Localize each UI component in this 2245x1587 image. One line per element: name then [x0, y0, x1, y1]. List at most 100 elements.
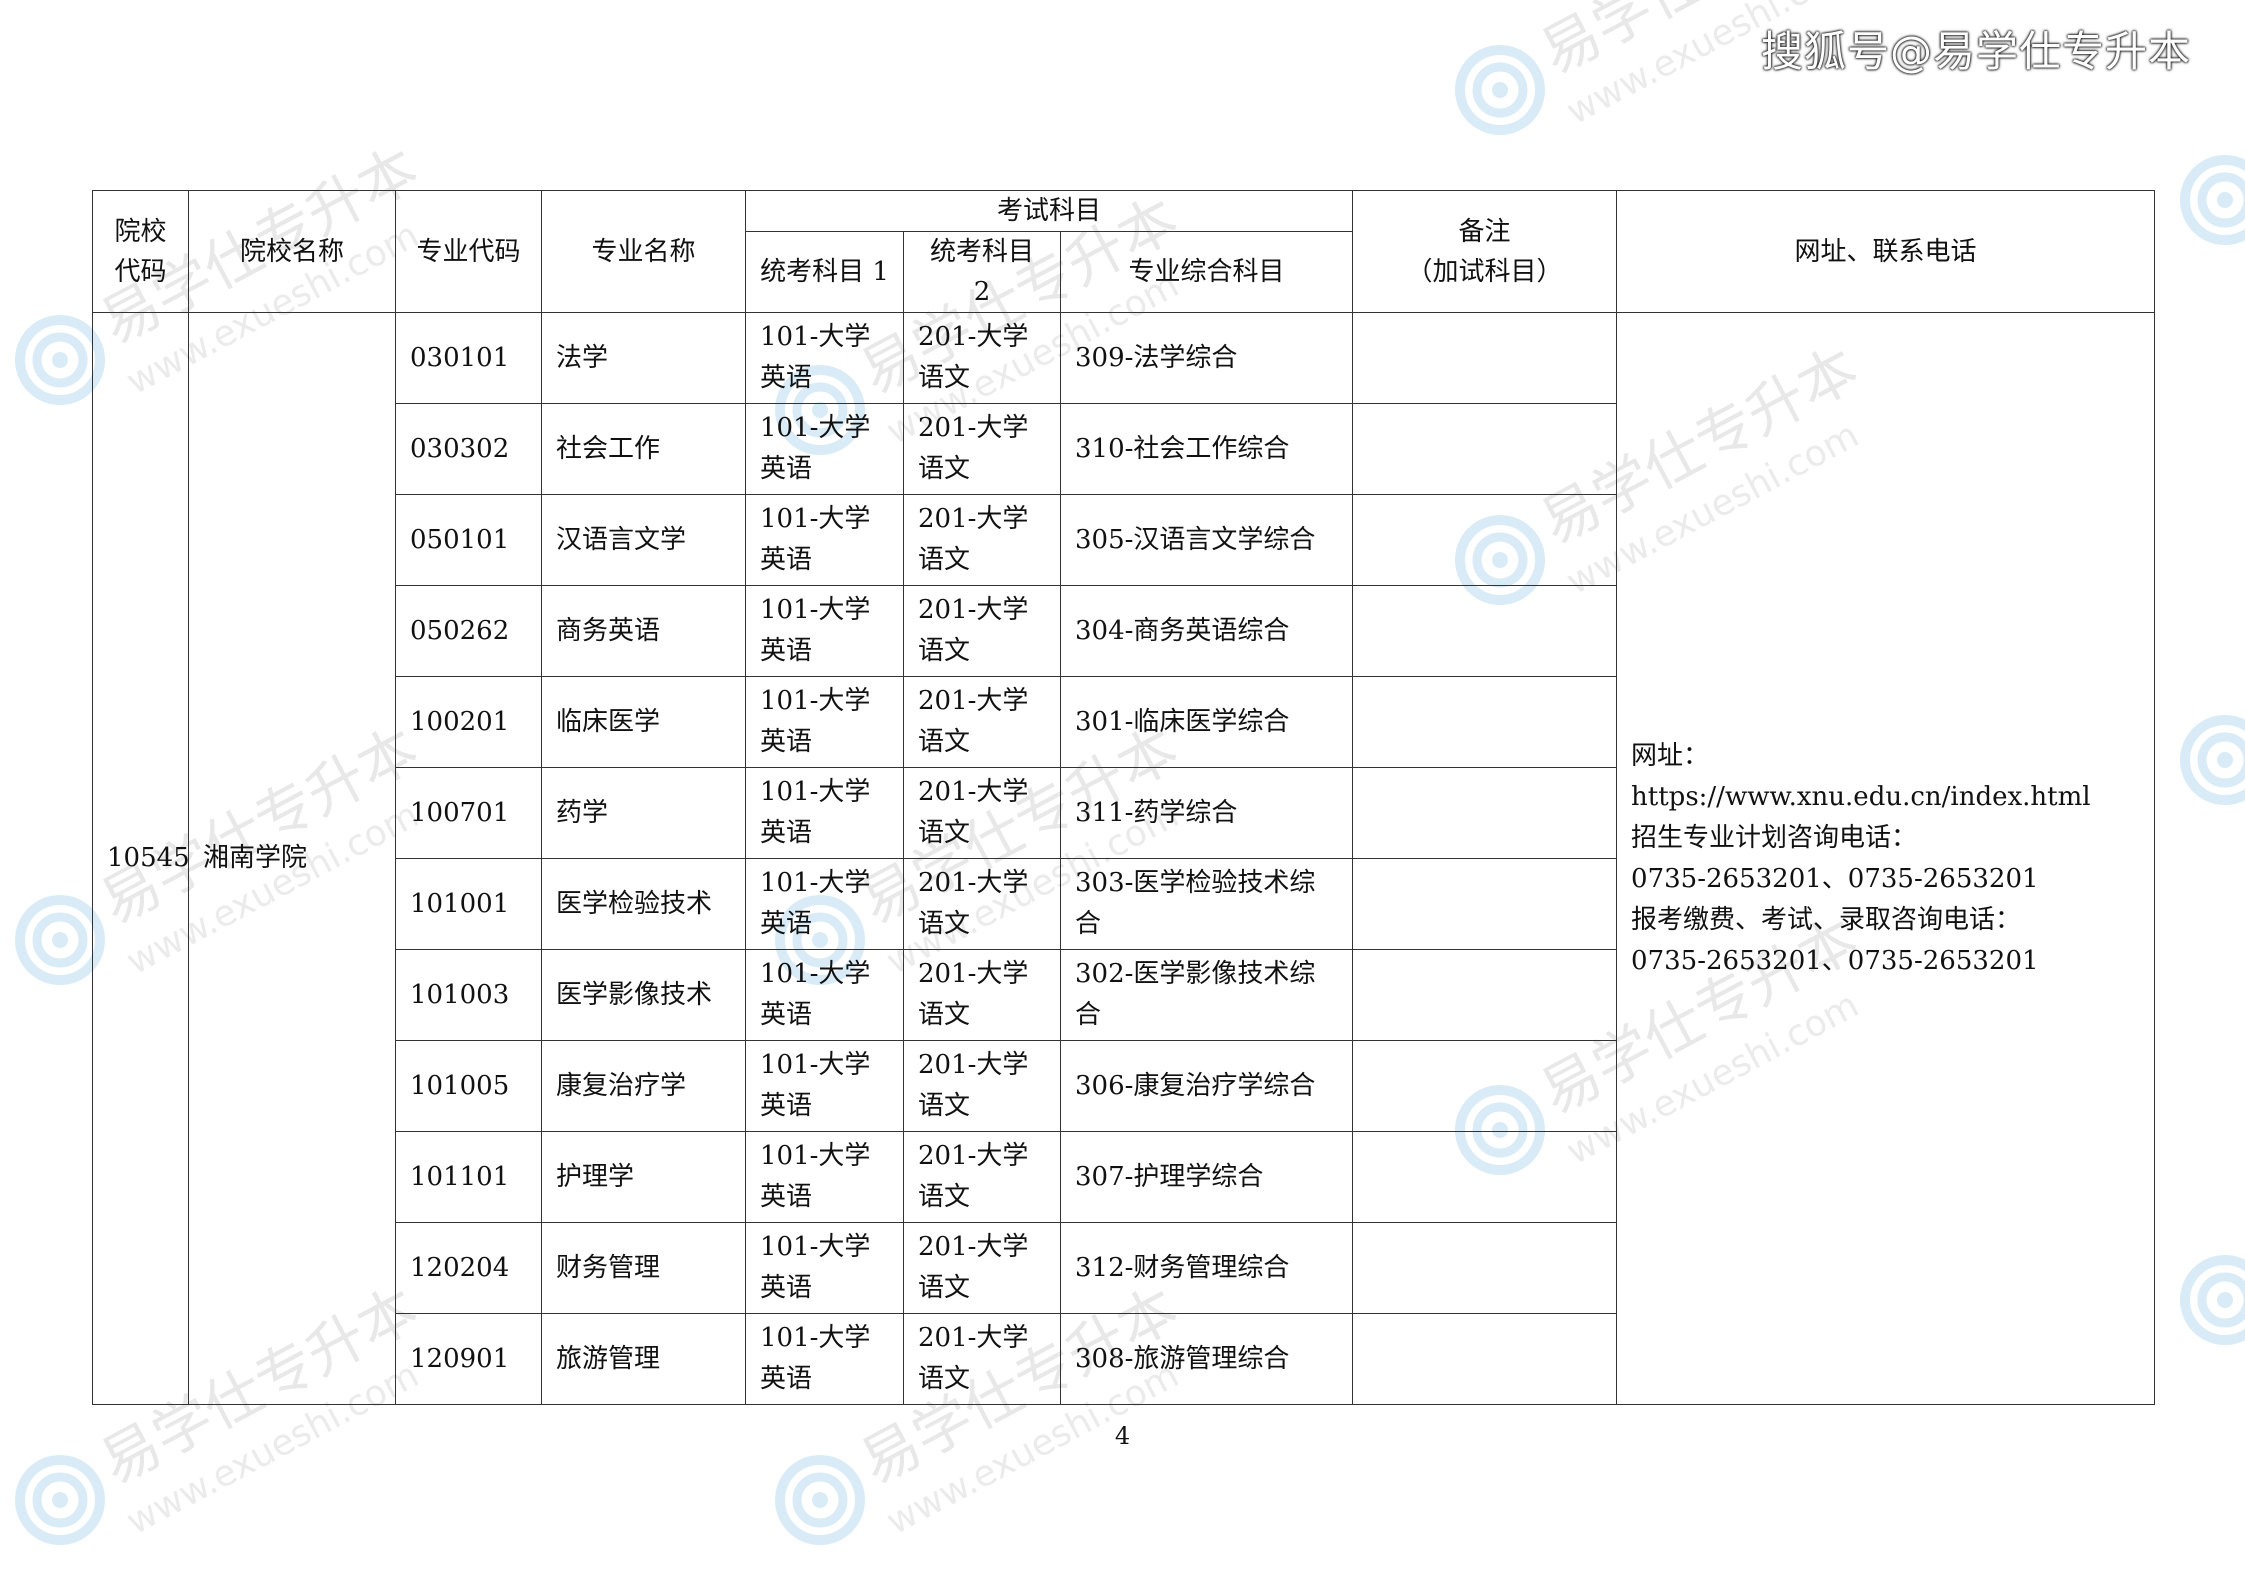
subject-line: 语文: [918, 1273, 971, 1303]
major-name-cell: 财务管理: [541, 1222, 746, 1314]
major-code-cell: 050262: [395, 585, 542, 677]
unified-subject-2-cell: 201-大学 语文: [903, 767, 1061, 859]
major-code-cell: 120204: [395, 1222, 542, 1314]
subject-line: 101-大学: [760, 1141, 871, 1171]
remarks-cell: [1352, 1313, 1618, 1405]
header-school-name: 院校名称: [188, 190, 396, 313]
comprehensive-subject-cell: 305-汉语言文学综合: [1059, 494, 1354, 586]
header-comprehensive-subject: 专业综合科目: [1059, 231, 1354, 313]
admission-table: 院校 代码 院校名称 专业代码 专业名称 考试科目 备注 （加试科目） 网址、联…: [92, 190, 2156, 1405]
subject-line: 英语: [760, 1182, 813, 1212]
major-name-cell: 医学影像技术: [541, 949, 746, 1041]
subject-line: 101-大学: [760, 777, 871, 807]
unified-subject-2-cell: 201-大学 语文: [903, 858, 1061, 950]
subject-line: 308-旅游管理综合: [1075, 1343, 1290, 1374]
subject-line: 101-大学: [760, 1232, 871, 1262]
subject-line: 101-大学: [760, 504, 871, 534]
unified-subject-2-cell: 201-大学 语文: [903, 676, 1061, 768]
subject-line: 201-大学: [918, 959, 1029, 989]
comprehensive-subject-cell: 312-财务管理综合: [1059, 1222, 1354, 1314]
contact-line: 0735-2653201、0735-2653201: [1631, 863, 2039, 894]
subject-line: 310-社会工作综合: [1075, 433, 1290, 464]
subject-line: 303-医学检验技术综: [1075, 868, 1316, 898]
subject-line: 语文: [918, 363, 971, 393]
unified-subject-1-cell: 101-大学 英语: [745, 949, 904, 1041]
comprehensive-subject-cell: 302-医学影像技术综合: [1059, 949, 1354, 1041]
contact-cell: 网址： https://www.xnu.edu.cn/index.html 招生专业…: [1616, 312, 2156, 1405]
subject-line: 101-大学: [760, 686, 871, 716]
unified-subject-2-cell: 201-大学 语文: [903, 949, 1061, 1041]
subject-line: 英语: [760, 1364, 813, 1394]
major-code-cell: 101101: [395, 1131, 542, 1223]
subject-line: 201-大学: [918, 322, 1029, 352]
header-unified-subject-1: 统考科目 1: [745, 231, 904, 313]
major-name-cell: 社会工作: [541, 403, 746, 495]
subject-line: 309-法学综合: [1075, 342, 1238, 373]
major-name-cell: 康复治疗学: [541, 1040, 746, 1132]
page-number: 4: [1114, 1422, 1131, 1450]
subject-line: 语文: [918, 636, 971, 666]
comprehensive-subject-cell: 303-医学检验技术综合: [1059, 858, 1354, 950]
subject-line: 英语: [760, 1091, 813, 1121]
major-code-cell: 101005: [395, 1040, 542, 1132]
subject-line: 201-大学: [918, 777, 1029, 807]
subject-line: 201-大学: [918, 413, 1029, 443]
unified-subject-1-cell: 101-大学 英语: [745, 585, 904, 677]
subject-line: 306-康复治疗学综合: [1075, 1070, 1316, 1101]
subject-line: 语文: [918, 818, 971, 848]
remarks-cell: [1352, 767, 1618, 859]
major-name-cell: 汉语言文学: [541, 494, 746, 586]
subject-line: 101-大学: [760, 1323, 871, 1353]
unified-subject-1-cell: 101-大学 英语: [745, 494, 904, 586]
subject-line: 201-大学: [918, 1141, 1029, 1171]
major-code-cell: 101003: [395, 949, 542, 1041]
unified-subject-2-cell: 201-大学 语文: [903, 494, 1061, 586]
remarks-cell: [1352, 1040, 1618, 1132]
unified-subject-1-cell: 101-大学 英语: [745, 676, 904, 768]
subject-line: 语文: [918, 727, 971, 757]
subject-line: 201-大学: [918, 504, 1029, 534]
subject-line: 101-大学: [760, 595, 871, 625]
major-name-cell: 临床医学: [541, 676, 746, 768]
header-remarks: 备注 （加试科目）: [1352, 190, 1618, 313]
table-row: 10545 湘南学院 030101 法学 101-大学 英语 201-大学 语文 309-法学综…: [92, 312, 2156, 1405]
unified-subject-2-cell: 201-大学 语文: [903, 1222, 1061, 1314]
unified-subject-1-cell: 101-大学 英语: [745, 1222, 904, 1314]
subject-line: 英语: [760, 1273, 813, 1303]
remarks-cell: [1352, 585, 1618, 677]
subject-line: 合: [1075, 1000, 1102, 1030]
contact-line: 0735-2653201、0735-2653201: [1631, 945, 2039, 976]
unified-subject-1-cell: 101-大学 英语: [745, 403, 904, 495]
subject-line: 语文: [918, 454, 971, 484]
major-code-cell: 030101: [395, 312, 542, 404]
remarks-cell: [1352, 1222, 1618, 1314]
major-name-cell: 法学: [541, 312, 746, 404]
comprehensive-subject-cell: 306-康复治疗学综合: [1059, 1040, 1354, 1132]
contact-line: 报考缴费、考试、录取咨询电话：: [1631, 904, 2022, 935]
subject-line: 英语: [760, 545, 813, 575]
header-exam-subjects: 考试科目: [744, 190, 1354, 232]
subject-line: 101-大学: [760, 413, 871, 443]
subject-line: 语文: [918, 545, 971, 575]
major-name-cell: 药学: [541, 767, 746, 859]
unified-subject-1-cell: 101-大学 英语: [745, 1131, 904, 1223]
unified-subject-2-cell: 201-大学 语文: [903, 1131, 1061, 1223]
major-code-cell: 120901: [395, 1313, 542, 1405]
subject-line: 英语: [760, 363, 813, 393]
comprehensive-subject-cell: 310-社会工作综合: [1059, 403, 1354, 495]
header-remarks-line1: 备注: [1458, 216, 1511, 247]
subject-line: 语文: [918, 909, 971, 939]
comprehensive-subject-cell: 309-法学综合: [1059, 312, 1354, 404]
subject-line: 合: [1075, 909, 1102, 939]
subject-line: 语文: [918, 1182, 971, 1212]
remarks-cell: [1352, 312, 1618, 404]
brand-watermark-icon: 易学仕专升本www.exueshi.com: [2185, 534, 2245, 803]
subject-line: 201-大学: [918, 1323, 1029, 1353]
subject-line: 311-药学综合: [1075, 797, 1238, 828]
subject-line: 英语: [760, 1000, 813, 1030]
subject-line: 307-护理学综合: [1075, 1161, 1264, 1192]
contact-line: 招生专业计划咨询电话：: [1631, 822, 1918, 853]
subject-line: 312-财务管理综合: [1075, 1252, 1290, 1283]
major-name-cell: 商务英语: [541, 585, 746, 677]
school-name-cell: 湘南学院: [188, 312, 396, 1405]
